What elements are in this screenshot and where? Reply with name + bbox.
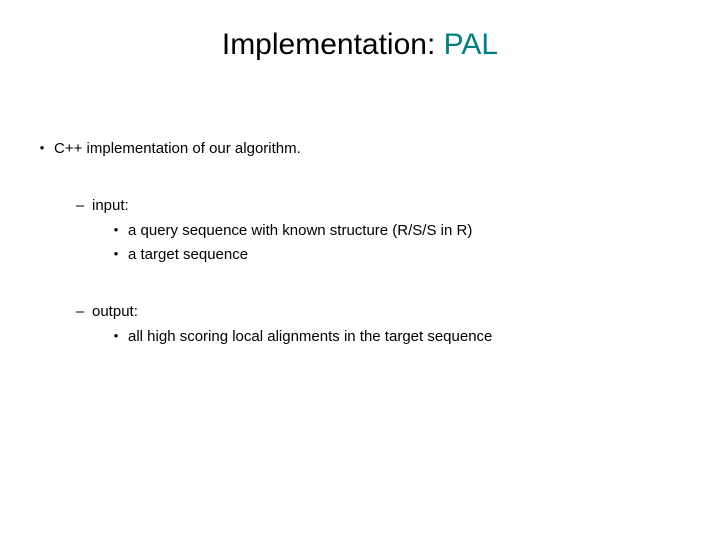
text-output-item-0: all high scoring local alignments in the… — [128, 328, 492, 347]
slide-title: Implementation: PAL — [0, 28, 720, 62]
bullet-input-item-0: • a query sequence with known structure … — [104, 222, 690, 241]
title-implementation: Implementation: — [222, 28, 444, 61]
text-input-item-0: a query sequence with known structure (R… — [128, 222, 472, 241]
text-output-label: output: — [92, 303, 138, 322]
bullet-output-item-0: • all high scoring local alignments in t… — [104, 328, 690, 347]
bullet-dot-icon: • — [104, 328, 128, 344]
spacer — [30, 159, 690, 197]
bullet-dash-icon: – — [68, 303, 92, 322]
bullet-dot-icon: • — [104, 246, 128, 262]
bullet-input-item-1: • a target sequence — [104, 246, 690, 265]
bullet-dot-icon: • — [104, 222, 128, 238]
bullet-dash-icon: – — [68, 197, 92, 216]
bullet-output: – output: — [68, 303, 690, 322]
bullet-dot-icon: • — [30, 140, 54, 156]
slide-body: • C++ implementation of our algorithm. –… — [30, 140, 690, 347]
title-pal: PAL — [444, 28, 498, 61]
bullet-input: – input: — [68, 197, 690, 216]
bullet-main: • C++ implementation of our algorithm. — [30, 140, 690, 159]
spacer — [30, 265, 690, 303]
text-input-item-1: a target sequence — [128, 246, 248, 265]
slide: Implementation: PAL • C++ implementation… — [0, 0, 720, 540]
text-input-label: input: — [92, 197, 129, 216]
text-main: C++ implementation of our algorithm. — [54, 140, 301, 159]
